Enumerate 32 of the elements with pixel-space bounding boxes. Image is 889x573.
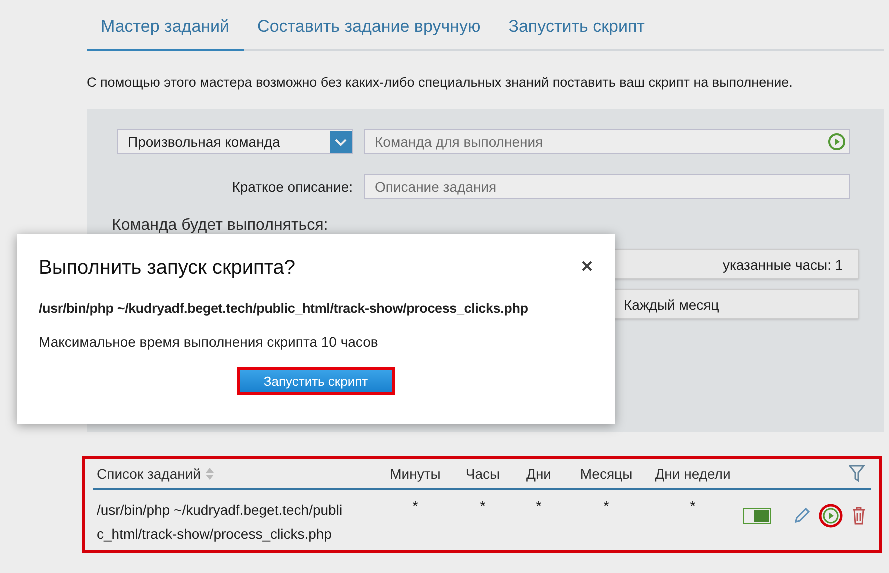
column-header: Дни недели <box>655 466 731 482</box>
section-heading: Команда будет выполняться: <box>112 217 330 235</box>
column-header[interactable]: Список заданий <box>97 466 202 482</box>
chevron-down-icon <box>330 130 352 152</box>
play-icon[interactable] <box>819 504 843 528</box>
dialog-title: Выполнить запуск скрипта? <box>39 257 296 280</box>
table-cell: * <box>604 498 610 514</box>
play-icon[interactable] <box>828 133 846 151</box>
pencil-icon[interactable] <box>793 507 811 525</box>
table-cell: * <box>480 498 486 514</box>
tab[interactable]: Составить задание вручную <box>244 10 495 51</box>
column-header: Минуты <box>390 466 441 482</box>
dialog-message: Максимальное время выполнения скрипта 10 часов <box>39 334 380 350</box>
description-field[interactable]: Описание задания <box>364 174 850 199</box>
trash-icon[interactable] <box>851 507 867 525</box>
tab[interactable]: Запустить скрипт <box>494 10 659 51</box>
close-button[interactable]: × <box>581 257 593 277</box>
column-header: Дни <box>526 466 552 482</box>
tab[interactable]: Мастер заданий <box>87 10 244 51</box>
command-text: /usr/bin/php ~/kudryadf.beget.tech/public_html/track-show/process_clicks.php <box>39 301 530 316</box>
column-header: Месяцы <box>580 466 633 482</box>
filter-icon[interactable] <box>849 464 865 482</box>
field-label: Краткое описание: <box>231 178 353 194</box>
table-cell: * <box>412 498 418 514</box>
command-field[interactable]: Команда для выполнения <box>364 129 850 154</box>
toggle-switch[interactable] <box>743 508 771 524</box>
column-header: Часы <box>466 466 500 482</box>
command-type-select[interactable]: Произвольная команда <box>117 129 353 154</box>
table-cell: * <box>690 498 696 514</box>
table-cell-text: /usr/bin/php ~/kudryadf.beget.tech/public_html/track-show/process_clicks.php <box>97 501 344 544</box>
intro-text: С помощью этого мастера возможно без каких-либо специальных знаний поставить ваш скрипт на выполнение. <box>87 75 794 90</box>
table-cell: * <box>536 498 542 514</box>
